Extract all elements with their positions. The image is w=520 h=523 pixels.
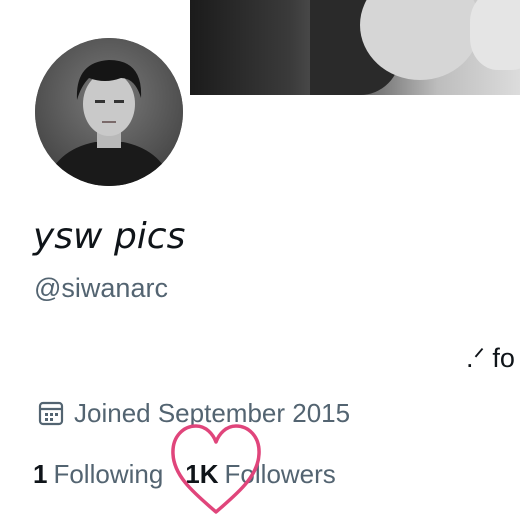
banner-photo: [190, 0, 520, 95]
profile-handle: @siwanarc: [34, 273, 168, 303]
calendar-icon: [36, 398, 66, 428]
avatar-photo: [35, 38, 183, 186]
following-link[interactable]: 1 Following: [33, 459, 163, 490]
followers-count: 1K: [185, 458, 219, 489]
avatar[interactable]: [27, 30, 191, 194]
display-name: ysw pics: [33, 216, 186, 257]
followers-label: Followers: [224, 458, 336, 489]
profile-stats: 1 Following 1K Followers: [33, 455, 358, 493]
following-count: 1: [33, 458, 48, 489]
joined-date: Joined September 2015: [36, 395, 350, 431]
profile-bio: .ᐟ fo: [466, 343, 515, 373]
joined-text: Joined September 2015: [74, 397, 351, 428]
following-label: Following: [53, 458, 164, 489]
followers-link[interactable]: 1K Followers: [185, 459, 336, 490]
